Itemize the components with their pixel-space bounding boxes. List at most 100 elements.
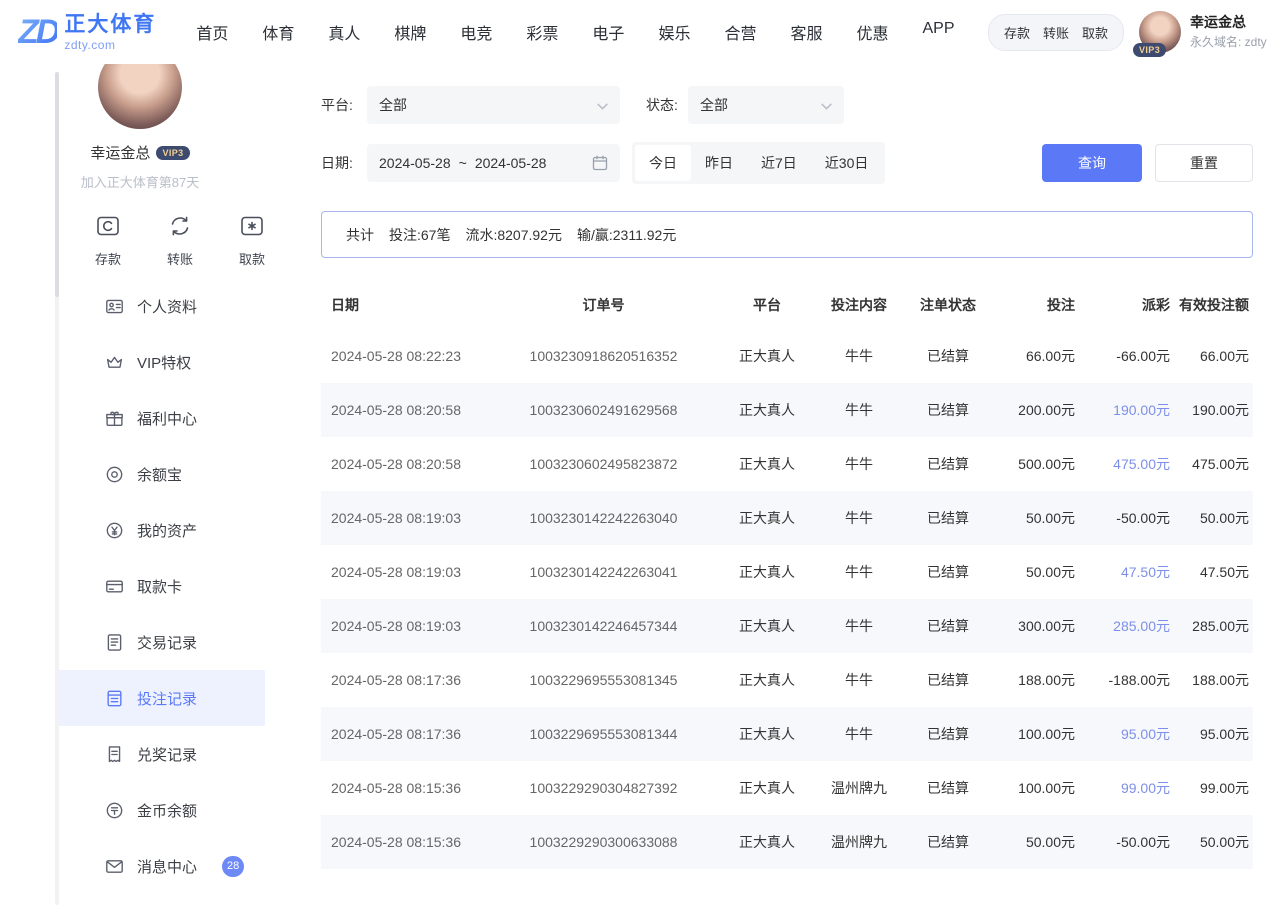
cell-payout: -50.00元 — [1079, 832, 1174, 852]
table-row: 2024-05-28 08:20:581003230602491629568正大… — [321, 383, 1253, 437]
nav-item[interactable]: 电子 — [592, 20, 624, 44]
main-nav: 首页 体育 真人 棋牌 电竞 彩票 电子 娱乐 合营 客服 优惠 APP — [196, 20, 954, 44]
filter-row-1: 平台: 全部 状态: 全部 — [321, 86, 1253, 124]
cell-bet: 100.00元 — [991, 724, 1079, 744]
header-status: 注单状态 — [905, 295, 991, 315]
quick-range-group: 今日 昨日 近7日 近30日 — [632, 142, 885, 184]
date-separator: ~ — [459, 155, 467, 171]
sidebar-menu: 个人资料 VIP特权 福利中心 余额宝 我的资产 取款卡 — [0, 278, 300, 913]
calendar-icon — [592, 155, 608, 171]
sidebar-item-transactions[interactable]: 交易记录 — [57, 614, 265, 670]
table-row: 2024-05-28 08:17:361003229695553081344正大… — [321, 707, 1253, 761]
status-label: 状态: — [646, 95, 688, 115]
nav-item[interactable]: 客服 — [790, 20, 822, 44]
filter-row-2: 日期: 2024-05-28 ~ 2024-05-28 今日 昨日 近7日 近3… — [321, 142, 1253, 184]
header-date: 日期 — [321, 295, 486, 315]
cell-bet: 500.00元 — [991, 454, 1079, 474]
nav-item[interactable]: 真人 — [328, 20, 360, 44]
nav-item[interactable]: APP — [923, 20, 955, 44]
cell-payout: 285.00元 — [1079, 616, 1174, 636]
header-payout: 派彩 — [1079, 295, 1174, 315]
vip-badge: VIP3 — [1133, 43, 1166, 57]
platform-select[interactable]: 全部 — [367, 86, 620, 124]
sidebar-item-feedback[interactable]: 意见反馈 — [57, 894, 265, 913]
logo-mark-icon: ZD — [18, 13, 57, 52]
sidebar-scrollbar-thumb[interactable] — [55, 72, 59, 297]
yuan-circle-icon — [105, 521, 124, 540]
search-button[interactable]: 查询 — [1042, 144, 1142, 182]
action-label: 存款 — [95, 249, 121, 268]
sidebar-item-label: 余额宝 — [137, 464, 182, 485]
range-7days-button[interactable]: 近7日 — [747, 145, 811, 181]
sidebar-item-coin-balance[interactable]: 金币余额 — [57, 782, 265, 838]
nav-item[interactable]: 合营 — [724, 20, 756, 44]
cell-status: 已结算 — [905, 778, 991, 798]
mail-icon — [105, 857, 124, 876]
sidebar-item-yuebao[interactable]: 余额宝 — [57, 446, 265, 502]
cell-date: 2024-05-28 08:15:36 — [321, 834, 486, 850]
cell-content: 牛牛 — [813, 724, 905, 744]
cell-valid: 50.00元 — [1174, 508, 1253, 528]
cell-valid: 188.00元 — [1174, 670, 1253, 690]
topbar-user[interactable]: VIP3 幸运金总 永久域名: zdty — [1139, 11, 1269, 53]
nav-item[interactable]: 娱乐 — [658, 20, 690, 44]
date-range-input[interactable]: 2024-05-28 ~ 2024-05-28 — [367, 144, 620, 182]
cell-status: 已结算 — [905, 346, 991, 366]
cell-content: 温州牌九 — [813, 778, 905, 798]
cell-date: 2024-05-28 08:19:03 — [321, 564, 486, 580]
cell-bet: 66.00元 — [991, 346, 1079, 366]
nav-item[interactable]: 棋牌 — [394, 20, 426, 44]
sidebar-item-vip[interactable]: VIP特权 — [57, 334, 265, 390]
cell-payout: 47.50元 — [1079, 562, 1174, 582]
sidebar-item-label: 交易记录 — [137, 632, 197, 653]
sidebar-item-assets[interactable]: 我的资产 — [57, 502, 265, 558]
cell-order: 1003230142242263041 — [486, 564, 721, 580]
header-order: 订单号 — [486, 295, 721, 315]
sidebar-item-withdraw-card[interactable]: 取款卡 — [57, 558, 265, 614]
sidebar-item-messages[interactable]: 消息中心 28 — [57, 838, 265, 894]
nav-item[interactable]: 首页 — [196, 20, 228, 44]
sidebar-item-welfare[interactable]: 福利中心 — [57, 390, 265, 446]
cell-platform: 正大真人 — [721, 454, 813, 474]
sidebar-item-bet-records[interactable]: 投注记录 — [57, 670, 265, 726]
sidebar-item-redeem-records[interactable]: 兑奖记录 — [57, 726, 265, 782]
profile-name: 幸运金总 — [90, 142, 150, 163]
wallet-quick-link[interactable]: 取款 — [1082, 23, 1108, 42]
cell-date: 2024-05-28 08:22:23 — [321, 348, 486, 364]
transfer-button[interactable]: 转账 — [167, 213, 193, 268]
cell-status: 已结算 — [905, 400, 991, 420]
cell-order: 1003229290304827392 — [486, 780, 721, 796]
deposit-button[interactable]: 存款 — [95, 213, 121, 268]
brand-domain: zdty.com — [64, 39, 156, 51]
table-row: 2024-05-28 08:15:361003229290304827392正大… — [321, 761, 1253, 815]
range-today-button[interactable]: 今日 — [635, 145, 691, 181]
sidebar-item-label: 取款卡 — [137, 576, 182, 597]
reset-button[interactable]: 重置 — [1155, 144, 1253, 182]
nav-item[interactable]: 彩票 — [526, 20, 558, 44]
nav-item[interactable]: 体育 — [262, 20, 294, 44]
top-bar: ZD 正大体育 zdty.com 首页 体育 真人 棋牌 电竞 彩票 电子 娱乐 合营 客服 优惠 A… — [0, 0, 1269, 64]
sidebar-item-profile[interactable]: 个人资料 — [57, 278, 265, 334]
brand-logo[interactable]: ZD 正大体育 zdty.com — [18, 13, 156, 52]
cell-status: 已结算 — [905, 670, 991, 690]
cell-payout: 99.00元 — [1079, 778, 1174, 798]
nav-item[interactable]: 电竞 — [460, 20, 492, 44]
nav-item[interactable]: 优惠 — [856, 20, 888, 44]
status-select[interactable]: 全部 — [688, 86, 844, 124]
document-icon — [105, 633, 124, 652]
cell-date: 2024-05-28 08:20:58 — [321, 456, 486, 472]
withdraw-button[interactable]: 取款 — [239, 213, 265, 268]
bet-table-body: 2024-05-28 08:22:231003230918620516352正大… — [321, 329, 1253, 869]
cell-order: 1003229695553081345 — [486, 672, 721, 688]
cell-platform: 正大真人 — [721, 346, 813, 366]
wallet-quick-link[interactable]: 存款 — [1004, 23, 1030, 42]
wallet-quick-link[interactable]: 转账 — [1043, 23, 1069, 42]
range-yesterday-button[interactable]: 昨日 — [691, 145, 747, 181]
cell-payout: -188.00元 — [1079, 670, 1174, 690]
cell-content: 牛牛 — [813, 454, 905, 474]
cell-platform: 正大真人 — [721, 400, 813, 420]
range-30days-button[interactable]: 近30日 — [811, 145, 883, 181]
cell-bet: 200.00元 — [991, 400, 1079, 420]
cell-status: 已结算 — [905, 562, 991, 582]
header-platform: 平台 — [721, 295, 813, 315]
